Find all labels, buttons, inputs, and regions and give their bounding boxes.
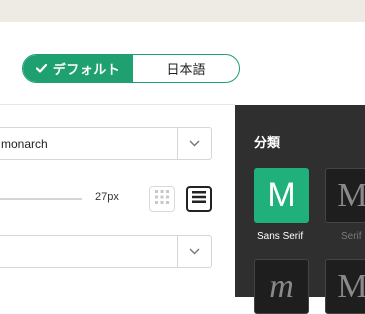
category-panel: 分類 M Sans Serif M Serif m M bbox=[235, 105, 365, 314]
grid-view-button[interactable] bbox=[149, 186, 175, 212]
tile-glyph: M bbox=[337, 267, 365, 305]
secondary-select-value bbox=[0, 236, 177, 267]
tile-glyph: m bbox=[269, 267, 294, 305]
category-label-serif: Serif bbox=[341, 231, 362, 242]
toggle-option-default[interactable]: デフォルト bbox=[23, 55, 133, 82]
toggle-option-japanese[interactable]: 日本語 bbox=[133, 55, 239, 82]
category-tile-sans-serif[interactable]: M bbox=[254, 168, 309, 223]
toggle-option-japanese-label: 日本語 bbox=[166, 62, 206, 77]
list-view-icon bbox=[192, 190, 206, 208]
chevron-down-icon[interactable] bbox=[177, 236, 211, 267]
category-label-sans-serif: Sans Serif bbox=[257, 231, 304, 242]
top-bar bbox=[0, 0, 365, 22]
language-toggle[interactable]: デフォルト 日本語 bbox=[22, 54, 240, 83]
font-select[interactable]: monarch bbox=[0, 127, 212, 160]
grid-view-icon bbox=[155, 189, 169, 209]
check-icon bbox=[35, 61, 47, 76]
category-tile-script[interactable]: m bbox=[254, 259, 309, 314]
tile-glyph: M bbox=[267, 176, 296, 214]
tile-glyph: M bbox=[337, 176, 365, 214]
font-select-value: monarch bbox=[1, 136, 48, 151]
toggle-option-default-label: デフォルト bbox=[52, 62, 121, 77]
category-title: 分類 bbox=[254, 135, 281, 150]
size-value: 27px bbox=[95, 191, 119, 203]
chevron-down-icon[interactable] bbox=[177, 128, 211, 159]
secondary-select[interactable] bbox=[0, 235, 212, 268]
category-tile-serif[interactable]: M bbox=[325, 168, 365, 223]
category-tile-display[interactable]: M bbox=[325, 259, 365, 314]
size-slider[interactable] bbox=[0, 198, 82, 200]
list-view-button[interactable] bbox=[186, 186, 212, 212]
